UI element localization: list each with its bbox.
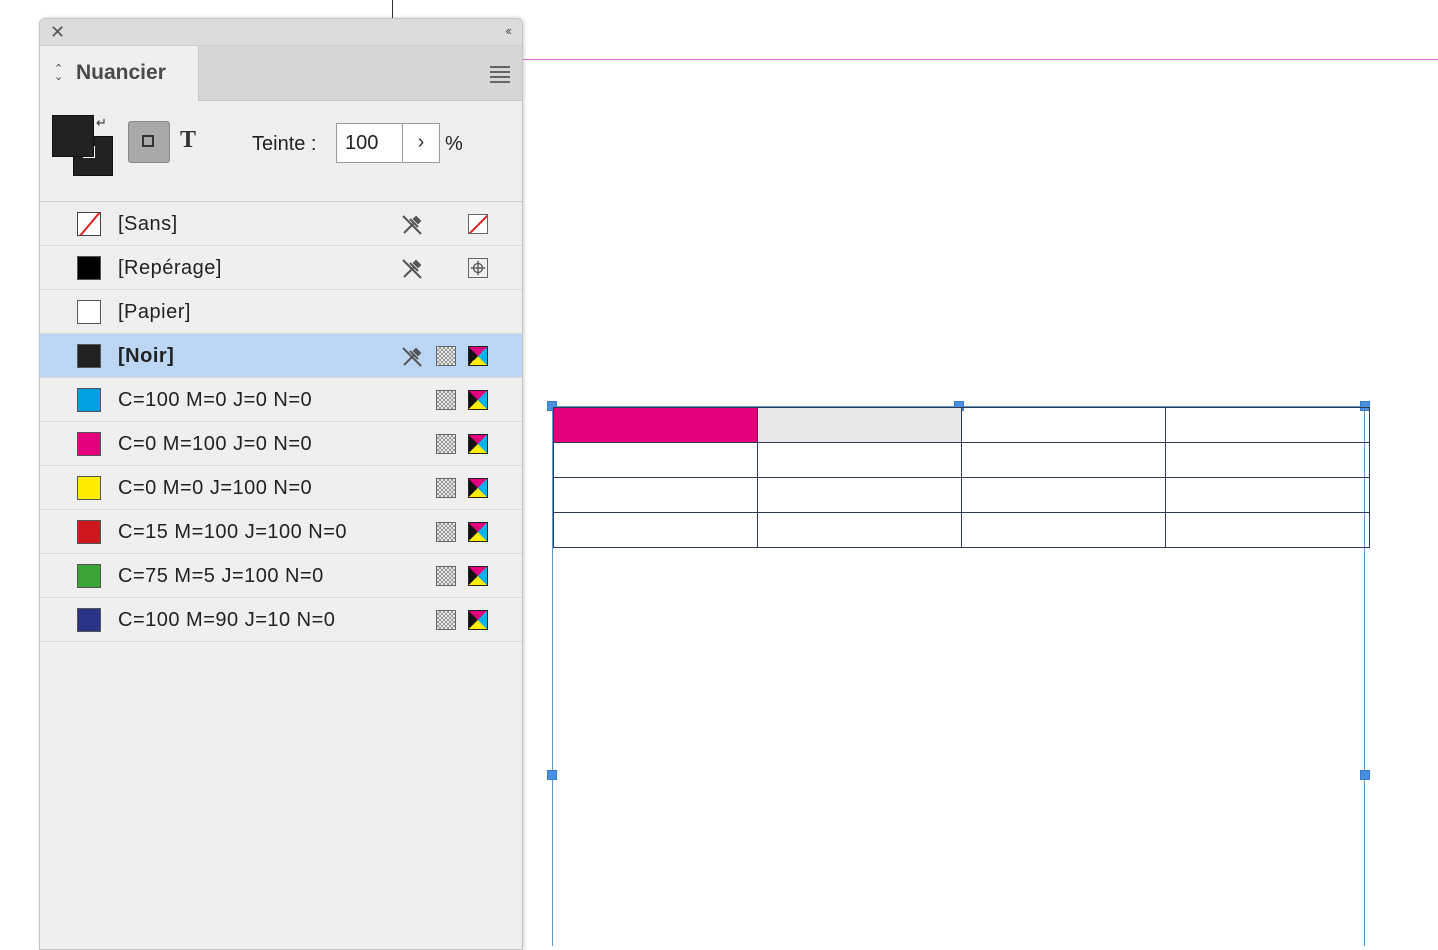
process-icon	[436, 610, 456, 630]
swatch-chip-paper	[77, 300, 101, 324]
table-cell[interactable]	[961, 442, 1166, 478]
table-cell[interactable]	[1165, 442, 1370, 478]
table-cell[interactable]	[961, 512, 1166, 548]
swatch-chip-yellow	[77, 476, 101, 500]
ruler-marker	[392, 0, 393, 18]
panel-title: Nuancier	[76, 61, 166, 84]
swatch-chip-cyan	[77, 388, 101, 412]
swatch-name: [Papier]	[118, 301, 191, 323]
formatting-affects-text-button[interactable]: T	[180, 127, 196, 154]
swatch-chip-registration	[77, 256, 101, 280]
close-icon[interactable]: ✕	[50, 22, 65, 42]
cmyk-icon	[468, 478, 488, 498]
fill-swatch[interactable]	[52, 115, 94, 157]
swap-fill-stroke-icon[interactable]: ↵	[96, 115, 107, 131]
table-cell[interactable]	[553, 512, 758, 548]
swatch-name: C=0 M=100 J=0 N=0	[118, 433, 313, 455]
swatch-name: [Noir]	[118, 345, 175, 367]
process-icon	[436, 434, 456, 454]
swatch-row-cyan[interactable]: C=100 M=0 J=0 N=0	[40, 378, 522, 422]
tint-label: Teinte :	[252, 133, 317, 155]
process-icon	[436, 478, 456, 498]
process-icon	[436, 566, 456, 586]
margin-guide	[522, 59, 1438, 60]
formatting-affects-container-button[interactable]	[128, 121, 170, 163]
document-table[interactable]	[553, 407, 1370, 548]
swatch-name: C=15 M=100 J=100 N=0	[118, 521, 348, 543]
panel-titlebar[interactable]: ✕ ‹‹	[40, 19, 522, 46]
collapse-icon[interactable]: ‹‹	[505, 23, 512, 38]
frame-handle-mid-left[interactable]	[547, 770, 557, 780]
swatch-chip-magenta	[77, 432, 101, 456]
table-cell[interactable]	[553, 477, 758, 513]
tint-slider-toggle-icon[interactable]: ›	[402, 124, 439, 162]
swatch-row-magenta[interactable]: C=0 M=100 J=0 N=0	[40, 422, 522, 466]
frame-handle-mid-right[interactable]	[1360, 770, 1370, 780]
table-cell-selected-grey[interactable]	[757, 407, 962, 443]
no-edit-icon	[402, 215, 422, 235]
table-cell[interactable]	[1165, 407, 1370, 443]
table-cell[interactable]	[757, 442, 962, 478]
table-cell[interactable]	[1165, 477, 1370, 513]
swatch-chip-none	[77, 212, 101, 236]
table-cell[interactable]	[553, 442, 758, 478]
process-icon	[436, 390, 456, 410]
swatch-chip-black	[77, 344, 101, 368]
table-row	[553, 512, 1370, 548]
none-icon	[468, 214, 488, 234]
cmyk-icon	[468, 566, 488, 586]
cmyk-icon	[468, 346, 488, 366]
panel-tab-row: ⌃ ⌄ Nuancier	[40, 46, 522, 101]
cmyk-icon	[468, 390, 488, 410]
swatch-chip-green	[77, 564, 101, 588]
swatch-name: [Sans]	[118, 213, 178, 235]
swatch-row-papier[interactable]: [Papier]	[40, 290, 522, 334]
swatch-name: [Repérage]	[118, 257, 222, 279]
table-cell[interactable]	[961, 477, 1166, 513]
swatch-name: C=100 M=0 J=0 N=0	[118, 389, 313, 411]
swatch-chip-red	[77, 520, 101, 544]
process-icon	[436, 522, 456, 542]
tint-input[interactable]	[345, 132, 400, 155]
no-edit-icon	[402, 259, 422, 279]
swatch-name: C=100 M=90 J=10 N=0	[118, 609, 336, 631]
tab-nuancier[interactable]: ⌃ ⌄ Nuancier	[40, 46, 199, 101]
table-cell[interactable]	[1165, 512, 1370, 548]
swatch-chip-blue	[77, 608, 101, 632]
tint-field: ›	[336, 123, 440, 163]
swatch-row-yellow[interactable]: C=0 M=0 J=100 N=0	[40, 466, 522, 510]
swatch-name: C=0 M=0 J=100 N=0	[118, 477, 313, 499]
table-row	[553, 407, 1370, 443]
swatches-panel: ✕ ‹‹ ⌃⌄ Nuancier ↵ T Teinte : › % [Sans]	[39, 18, 523, 950]
swatch-list: [Sans] [Repérage] [Papier] [Noir] C=100 …	[40, 202, 522, 642]
swatch-row-red[interactable]: C=15 M=100 J=100 N=0	[40, 510, 522, 554]
table-cell[interactable]	[757, 477, 962, 513]
table-cell[interactable]	[757, 512, 962, 548]
cmyk-icon	[468, 522, 488, 542]
swatch-name: C=75 M=5 J=100 N=0	[118, 565, 324, 587]
no-edit-icon	[402, 347, 422, 367]
panel-menu-icon[interactable]	[490, 66, 510, 86]
cmyk-icon	[468, 610, 488, 630]
swatch-row-blue[interactable]: C=100 M=90 J=10 N=0	[40, 598, 522, 642]
tint-unit: %	[445, 133, 463, 155]
tab-reorder-icon: ⌃ ⌄	[54, 63, 64, 83]
table-row	[553, 442, 1370, 478]
table-cell-selected-magenta[interactable]	[553, 407, 758, 443]
swatch-row-green[interactable]: C=75 M=5 J=100 N=0	[40, 554, 522, 598]
swatch-row-reperage[interactable]: [Repérage]	[40, 246, 522, 290]
swatch-row-noir[interactable]: [Noir]	[40, 334, 522, 378]
cmyk-icon	[468, 434, 488, 454]
table-cell[interactable]	[961, 407, 1166, 443]
swatch-row-sans[interactable]: [Sans]	[40, 202, 522, 246]
registration-icon	[468, 258, 488, 278]
process-icon	[436, 346, 456, 366]
table-row	[553, 477, 1370, 513]
swatch-controls: ↵ T Teinte : › %	[40, 101, 522, 202]
